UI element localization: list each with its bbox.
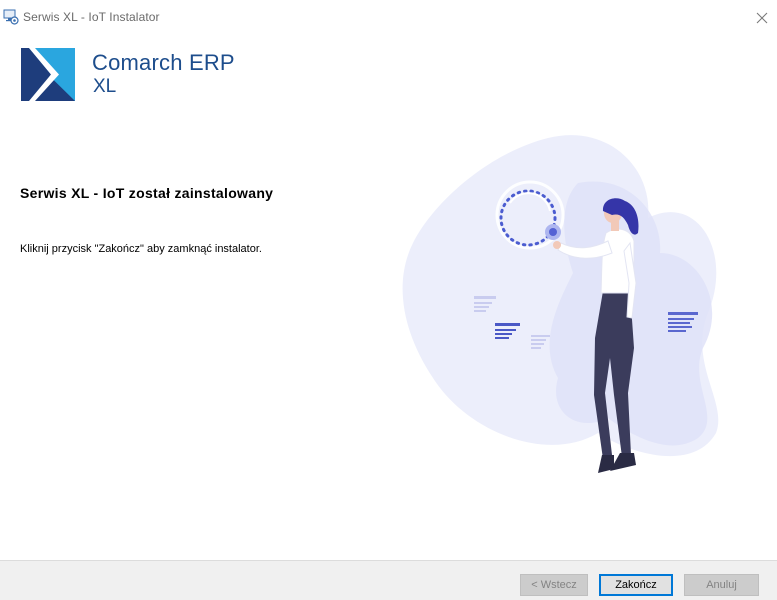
page-description: Kliknij przycisk "Zakończ" aby zamknąć i… [20,243,262,255]
window-title: Serwis XL - IoT Instalator [23,10,160,24]
close-button[interactable] [747,0,777,36]
brand-product: XL [93,76,117,97]
installer-monitor-icon [3,9,19,25]
back-button[interactable]: < Wstecz [520,574,588,596]
close-icon [756,12,768,24]
page-title: Serwis XL - IoT został zainstalowany [20,185,274,201]
button-bar: < Wstecz Zakończ Anuluj [0,560,777,600]
title-bar: Serwis XL - IoT Instalator [0,0,777,36]
finish-button[interactable]: Zakończ [599,574,673,596]
brand-name: Comarch ERP [92,50,235,75]
cancel-button[interactable]: Anuluj [684,574,759,596]
comarch-logo-icon [21,48,75,101]
woman-touching-hologram-illustration [402,135,719,473]
